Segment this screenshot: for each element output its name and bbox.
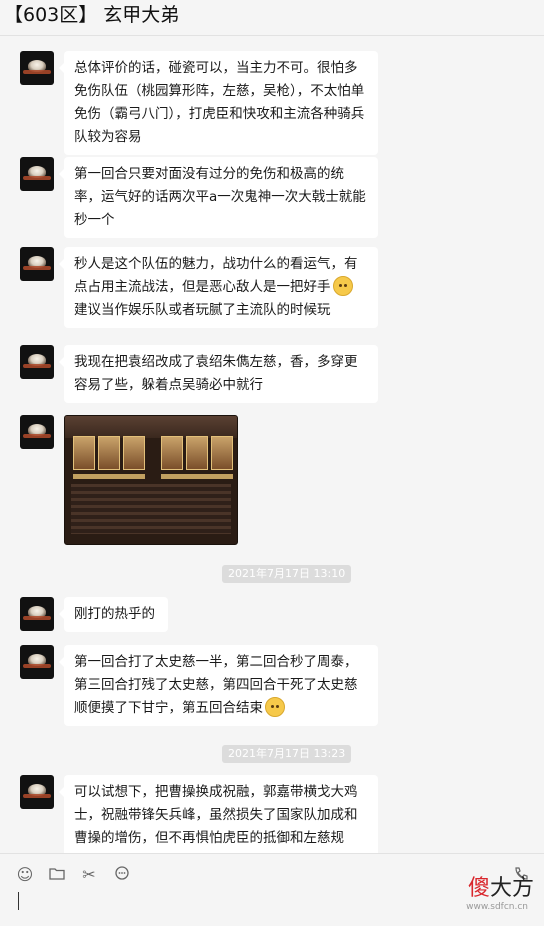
chat-bubble-icon[interactable] [113,866,131,884]
emoji-icon[interactable]: ☺ [16,866,34,884]
chat-history[interactable]: 总体评价的话，碰瓷可以，当主力不可。很怕多免伤队伍（桃园算形阵，左慈，吴枪），不… [0,37,544,853]
avatar[interactable] [20,247,54,281]
message-bubble[interactable]: 第一回合打了太史慈一半，第二回合秒了周泰，第三回合打残了太史慈，第四回合干死了太… [59,645,378,726]
watermark-url: www.sdfcn.cn [466,902,528,912]
avatar[interactable] [20,345,54,379]
message-bubble[interactable]: 可以试想下，把曹操换成祝融，郭嘉带横戈大鸡士，祝融带锋矢兵峰，虽然损失了国家队加… [59,775,378,853]
message-bubble[interactable]: 我现在把袁绍改成了袁绍朱儁左慈，香，多穿更容易了些，躲着点吴骑必中就行 [59,345,378,403]
message-bubble[interactable]: 第一回合只要对面没有过分的免伤和极高的统率，运气好的话两次平a一次鬼神一次大戟士… [59,157,378,238]
avatar[interactable] [20,775,54,809]
timestamp: 2021年7月17日 13:10 [222,565,352,583]
avatar[interactable] [20,645,54,679]
message-text: 建议当作娱乐队或者玩腻了主流队的时候玩 [74,302,331,318]
message-bubble[interactable]: 刚打的热乎的 [59,597,168,632]
avatar[interactable] [20,415,54,449]
image-message[interactable] [64,415,238,545]
avatar[interactable] [20,157,54,191]
input-toolbar: ☺ ✂ 傻大方 www.sdfcn.cn [0,853,544,926]
thinking-emoji-icon [265,697,285,717]
message-bubble[interactable]: 总体评价的话，碰瓷可以，当主力不可。很怕多免伤队伍（桃园算形阵，左慈，吴枪），不… [59,51,378,155]
avatar[interactable] [20,597,54,631]
chat-title: 【603区】 玄甲大弟 [4,4,180,26]
folder-icon[interactable] [48,866,66,884]
avatar[interactable] [20,51,54,85]
watermark-logo: 傻大方 [467,876,534,901]
message-bubble[interactable]: 秒人是这个队伍的魅力，战功什么的看运气，有点占用主流战法，但是恶心敌人是一把好手… [59,247,378,328]
text-input-caret[interactable] [18,892,19,910]
timestamp: 2021年7月17日 13:23 [222,745,352,763]
message-text: 秒人是这个队伍的魅力，战功什么的看运气，有点占用主流战法，但是恶心敌人是一把好手 [74,256,358,295]
scissors-icon[interactable]: ✂ [80,866,98,884]
smile-emoji-icon [332,276,353,296]
title-bar: 【603区】 玄甲大弟 [0,0,544,36]
message-text: 第一回合打了太史慈一半，第二回合秒了周泰，第三回合打残了太史慈，第四回合干死了太… [74,654,358,716]
